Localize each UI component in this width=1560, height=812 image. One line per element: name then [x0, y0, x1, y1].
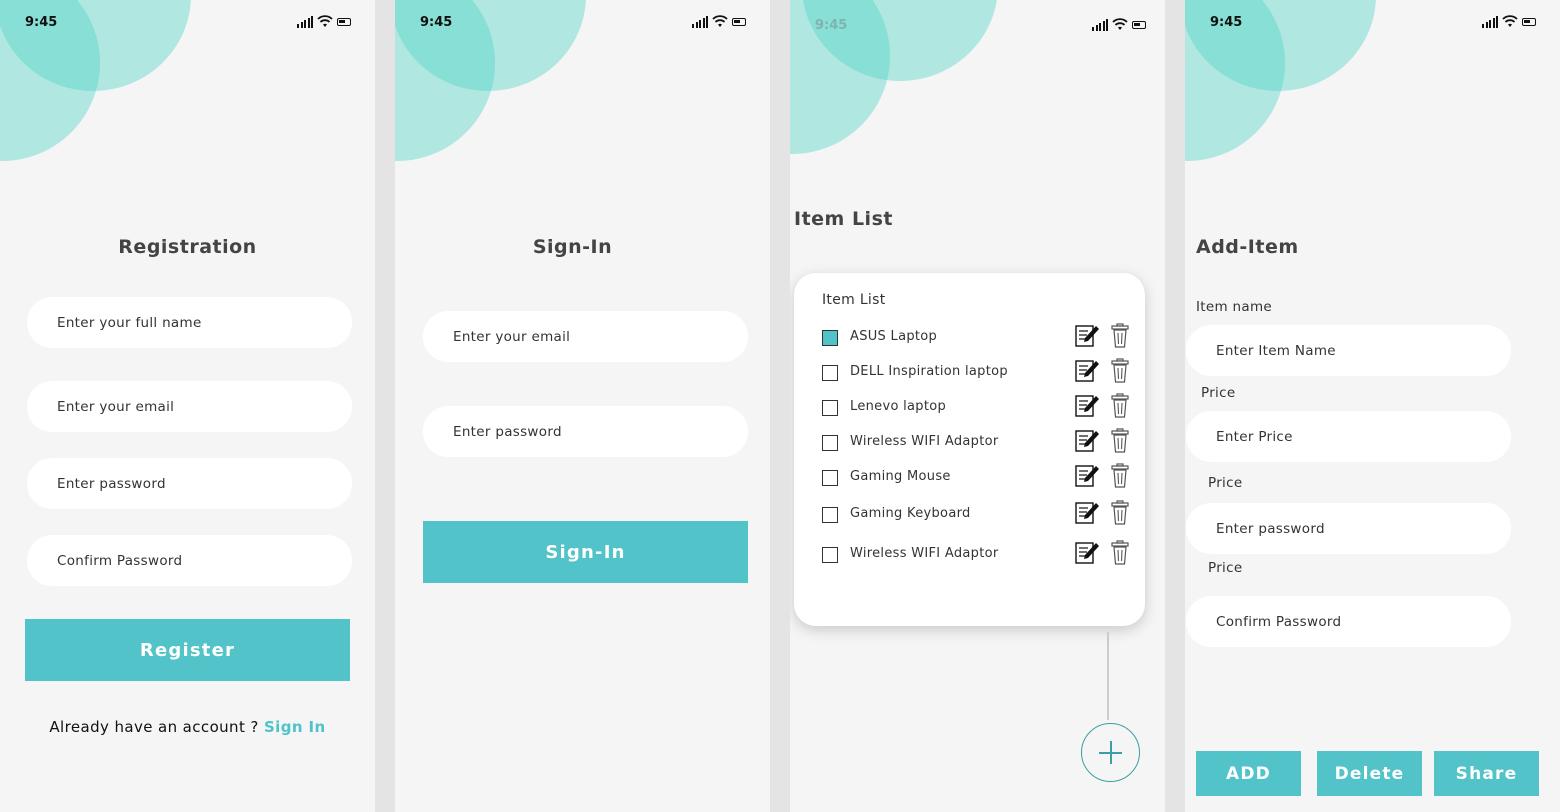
- item-label: Wireless WIFI Adaptor: [850, 434, 999, 449]
- wifi-icon: [317, 15, 333, 27]
- sign-in-link[interactable]: Sign In: [264, 718, 326, 736]
- share-button[interactable]: Share: [1434, 751, 1539, 796]
- page-title: Sign-In: [532, 236, 613, 258]
- trash-icon[interactable]: [1110, 393, 1130, 419]
- item-label: Gaming Keyboard: [850, 506, 971, 521]
- item-label: Gaming Mouse: [850, 469, 951, 484]
- list-item: DELL Inspiration laptop: [794, 358, 1145, 388]
- item-checkbox[interactable]: [822, 435, 838, 451]
- list-item: Wireless WIFI Adaptor: [794, 428, 1145, 458]
- edit-icon[interactable]: [1074, 393, 1100, 419]
- list-item: Wireless WIFI Adaptor: [794, 540, 1145, 570]
- item-name-label: Item name: [1196, 299, 1273, 315]
- battery-icon: [1522, 18, 1536, 26]
- list-item: Lenevo laptop: [794, 393, 1145, 423]
- divider: [1107, 632, 1109, 720]
- trash-icon[interactable]: [1110, 500, 1130, 526]
- item-checkbox[interactable]: [822, 470, 838, 486]
- register-button[interactable]: Register: [25, 619, 350, 681]
- trash-icon[interactable]: [1110, 323, 1130, 349]
- item-label: Wireless WIFI Adaptor: [850, 546, 999, 561]
- status-bar: 9:45: [0, 0, 375, 44]
- password-input[interactable]: Enter password: [27, 458, 352, 509]
- email-input[interactable]: Enter your email: [423, 311, 748, 362]
- password-input[interactable]: Enter password: [423, 406, 748, 457]
- edit-icon[interactable]: [1074, 323, 1100, 349]
- confirm-password-input[interactable]: Confirm Password: [27, 535, 352, 586]
- list-item: ASUS Laptop: [794, 323, 1145, 353]
- confirm-password-input[interactable]: Confirm Password: [1186, 596, 1511, 647]
- add-item-button[interactable]: [1081, 723, 1140, 782]
- edit-icon[interactable]: [1074, 540, 1100, 566]
- item-name-input[interactable]: Enter Item Name: [1186, 325, 1511, 376]
- page-title: Registration: [118, 236, 257, 258]
- status-bar: 9:45: [790, 0, 1165, 44]
- edit-icon[interactable]: [1074, 358, 1100, 384]
- item-label: Lenevo laptop: [850, 399, 947, 414]
- card-title: Item List: [822, 292, 886, 308]
- item-checkbox[interactable]: [822, 365, 838, 381]
- item-checkbox[interactable]: [822, 547, 838, 563]
- list-item: Gaming Keyboard: [794, 500, 1145, 530]
- item-list-screen: 9:45 Item List Item List ASUS Laptop DELL…: [790, 0, 1165, 812]
- wifi-icon: [1112, 18, 1128, 30]
- battery-icon: [732, 18, 746, 26]
- edit-icon[interactable]: [1074, 463, 1100, 489]
- item-label: DELL Inspiration laptop: [850, 364, 1008, 379]
- signal-icon: [1482, 16, 1498, 28]
- page-title: Add-Item: [1196, 236, 1299, 258]
- wifi-icon: [1502, 15, 1518, 27]
- status-bar: 9:45: [1185, 0, 1560, 44]
- item-checkbox[interactable]: [822, 400, 838, 416]
- add-item-screen: 9:45 Add-Item Item name Enter Item Name …: [1185, 0, 1560, 812]
- price-label: Price: [1208, 475, 1243, 491]
- delete-button[interactable]: Delete: [1317, 751, 1422, 796]
- signal-icon: [692, 16, 708, 28]
- status-time: 9:45: [815, 18, 848, 33]
- status-time: 9:45: [420, 15, 453, 30]
- email-input[interactable]: Enter your email: [27, 381, 352, 432]
- battery-icon: [337, 18, 351, 26]
- registration-screen: 9:45 Registration Enter your full name E…: [0, 0, 375, 812]
- price-label: Price: [1208, 560, 1243, 576]
- trash-icon[interactable]: [1110, 428, 1130, 454]
- trash-icon[interactable]: [1110, 540, 1130, 566]
- price-label: Price: [1201, 385, 1236, 401]
- status-time: 9:45: [25, 15, 58, 30]
- trash-icon[interactable]: [1110, 358, 1130, 384]
- footer-text: Already have an account ?: [49, 718, 264, 736]
- edit-icon[interactable]: [1074, 428, 1100, 454]
- wifi-icon: [712, 15, 728, 27]
- item-checkbox[interactable]: [822, 507, 838, 523]
- sign-in-button[interactable]: Sign-In: [423, 521, 748, 583]
- status-time: 9:45: [1210, 15, 1243, 30]
- price-input[interactable]: Enter Price: [1186, 411, 1511, 462]
- page-title: Item List: [794, 208, 893, 230]
- password-input[interactable]: Enter password: [1186, 503, 1511, 554]
- list-item: Gaming Mouse: [794, 463, 1145, 493]
- item-checkbox[interactable]: [822, 330, 838, 346]
- signal-icon: [297, 16, 313, 28]
- signin-prompt: Already have an account ? Sign In: [0, 718, 375, 736]
- edit-icon[interactable]: [1074, 500, 1100, 526]
- full-name-input[interactable]: Enter your full name: [27, 297, 352, 348]
- add-button[interactable]: ADD: [1196, 751, 1301, 796]
- status-bar: 9:45: [395, 0, 770, 44]
- battery-icon: [1132, 21, 1146, 29]
- item-list-card: Item List ASUS Laptop DELL Inspiration la…: [794, 273, 1145, 626]
- item-label: ASUS Laptop: [850, 329, 938, 344]
- signal-icon: [1092, 19, 1108, 31]
- trash-icon[interactable]: [1110, 463, 1130, 489]
- signin-screen: 9:45 Sign-In Enter your email Enter pass…: [395, 0, 770, 812]
